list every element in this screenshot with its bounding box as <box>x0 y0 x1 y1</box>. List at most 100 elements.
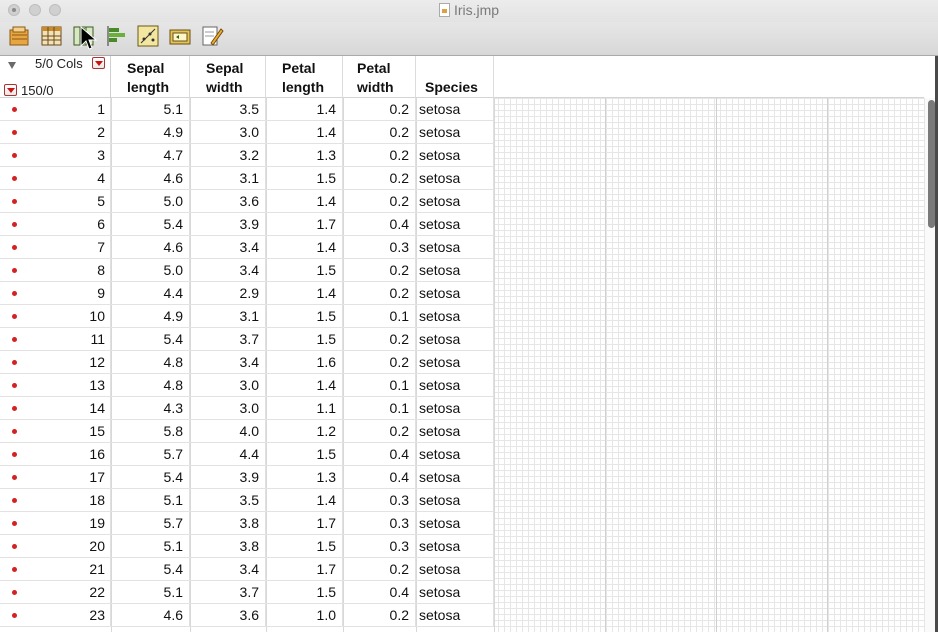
table-cell[interactable]: 2.9 <box>190 282 266 305</box>
table-cell[interactable]: setosa <box>416 397 494 420</box>
table-cell[interactable]: 1.2 <box>266 420 343 443</box>
table-row[interactable]: 10 4.9 3.1 1.5 0.1 setosa <box>0 305 924 328</box>
table-cell[interactable]: 5.8 <box>111 420 190 443</box>
row-number[interactable]: 14 <box>0 397 111 420</box>
table-cell[interactable]: setosa <box>416 558 494 581</box>
edit-icon[interactable] <box>200 24 224 48</box>
table-cell[interactable]: 1.5 <box>266 581 343 604</box>
table-row[interactable]: 1 5.1 3.5 1.4 0.2 setosa <box>0 98 924 121</box>
graph-icon[interactable] <box>136 24 160 48</box>
table-cell[interactable]: 0.2 <box>343 351 416 374</box>
table-cell[interactable]: 3.7 <box>190 328 266 351</box>
table-cell[interactable]: 5.4 <box>111 328 190 351</box>
row-number[interactable]: 17 <box>0 466 111 489</box>
table-row[interactable]: 19 5.7 3.8 1.7 0.3 setosa <box>0 512 924 535</box>
table-row[interactable]: 22 5.1 3.7 1.5 0.4 setosa <box>0 581 924 604</box>
table-row[interactable]: 17 5.4 3.9 1.3 0.4 setosa <box>0 466 924 489</box>
row-number[interactable]: 2 <box>0 121 111 144</box>
table-cell[interactable]: 3.1 <box>190 305 266 328</box>
table-row[interactable]: 12 4.8 3.4 1.6 0.2 setosa <box>0 351 924 374</box>
row-number[interactable]: 3 <box>0 144 111 167</box>
table-cell[interactable]: 0.4 <box>343 466 416 489</box>
column-header-sepal-length[interactable]: Sepal length <box>111 56 190 98</box>
table-cell[interactable]: 0.2 <box>343 144 416 167</box>
table-cell[interactable]: 4.8 <box>111 374 190 397</box>
table-cell[interactable]: 0.2 <box>343 282 416 305</box>
row-number[interactable]: 16 <box>0 443 111 466</box>
table-cell[interactable]: 3.1 <box>190 167 266 190</box>
table-cell[interactable]: 3.4 <box>190 259 266 282</box>
row-number[interactable]: 9 <box>0 282 111 305</box>
table-cell[interactable]: 0.1 <box>343 397 416 420</box>
table-cell[interactable]: setosa <box>416 121 494 144</box>
table-cell[interactable]: 0.2 <box>343 558 416 581</box>
table-cell[interactable]: 0.2 <box>343 167 416 190</box>
scrollbar-thumb[interactable] <box>928 100 935 228</box>
table-cell[interactable]: 1.5 <box>266 167 343 190</box>
table-row[interactable]: 20 5.1 3.8 1.5 0.3 setosa <box>0 535 924 558</box>
table-cell[interactable]: 3.0 <box>190 374 266 397</box>
table-cell[interactable]: 1.7 <box>266 512 343 535</box>
table-cell[interactable]: 0.4 <box>343 213 416 236</box>
table-cell[interactable]: 4.9 <box>111 121 190 144</box>
table-cell[interactable]: 3.6 <box>190 190 266 213</box>
table-cell[interactable]: 5.7 <box>111 512 190 535</box>
table-cell[interactable]: 1.4 <box>266 282 343 305</box>
table-cell[interactable]: 3.0 <box>190 397 266 420</box>
table-row[interactable]: 23 4.6 3.6 1.0 0.2 setosa <box>0 604 924 627</box>
table-cell[interactable]: 1.4 <box>266 489 343 512</box>
row-number[interactable]: 10 <box>0 305 111 328</box>
row-number[interactable]: 8 <box>0 259 111 282</box>
table-cell[interactable]: 1.3 <box>266 144 343 167</box>
table-cell[interactable]: 3.0 <box>190 121 266 144</box>
table-row[interactable]: 4 4.6 3.1 1.5 0.2 setosa <box>0 167 924 190</box>
row-number[interactable]: 11 <box>0 328 111 351</box>
row-number[interactable]: 13 <box>0 374 111 397</box>
table-row[interactable]: 18 5.1 3.5 1.4 0.3 setosa <box>0 489 924 512</box>
table-cell[interactable]: 3.7 <box>190 581 266 604</box>
table-cell[interactable]: 0.2 <box>343 604 416 627</box>
table-cell[interactable]: 4.0 <box>190 420 266 443</box>
table-row[interactable]: 3 4.7 3.2 1.3 0.2 setosa <box>0 144 924 167</box>
table-cell[interactable]: setosa <box>416 374 494 397</box>
distribution-icon[interactable] <box>104 24 128 48</box>
table-cell[interactable]: 1.6 <box>266 351 343 374</box>
row-number[interactable]: 12 <box>0 351 111 374</box>
table-cell[interactable]: 5.4 <box>111 213 190 236</box>
table-cell[interactable]: setosa <box>416 98 494 121</box>
columns-menu-button[interactable] <box>92 57 105 69</box>
table-cell[interactable]: 5.1 <box>111 581 190 604</box>
table-cell[interactable]: setosa <box>416 167 494 190</box>
table-cell[interactable]: 1.4 <box>266 236 343 259</box>
table-row[interactable]: 2 4.9 3.0 1.4 0.2 setosa <box>0 121 924 144</box>
table-cell[interactable]: setosa <box>416 489 494 512</box>
table-cell[interactable]: 1.5 <box>266 305 343 328</box>
table-cell[interactable]: setosa <box>416 581 494 604</box>
table-row[interactable]: 6 5.4 3.9 1.7 0.4 setosa <box>0 213 924 236</box>
table-cell[interactable]: 1.5 <box>266 443 343 466</box>
table-cell[interactable]: 3.4 <box>190 351 266 374</box>
column-header-species[interactable]: Species <box>416 56 494 98</box>
table-cell[interactable]: 5.7 <box>111 443 190 466</box>
table-cell[interactable]: 3.5 <box>190 98 266 121</box>
table-cell[interactable]: 3.4 <box>190 236 266 259</box>
table-cell[interactable]: 4.7 <box>111 144 190 167</box>
row-number[interactable]: 6 <box>0 213 111 236</box>
table-cell[interactable]: 0.3 <box>343 489 416 512</box>
table-cell[interactable]: setosa <box>416 535 494 558</box>
table-cell[interactable]: 3.9 <box>190 213 266 236</box>
table-cell[interactable]: setosa <box>416 443 494 466</box>
table-cell[interactable]: 0.2 <box>343 420 416 443</box>
script-icon[interactable] <box>168 24 192 48</box>
table-row[interactable]: 21 5.4 3.4 1.7 0.2 setosa <box>0 558 924 581</box>
table-cell[interactable]: setosa <box>416 305 494 328</box>
table-row[interactable]: 15 5.8 4.0 1.2 0.2 setosa <box>0 420 924 443</box>
table-cell[interactable]: 0.3 <box>343 236 416 259</box>
table-cell[interactable]: setosa <box>416 259 494 282</box>
table-cell[interactable]: 1.5 <box>266 535 343 558</box>
table-cell[interactable]: 1.1 <box>266 397 343 420</box>
table-cell[interactable]: 3.2 <box>190 144 266 167</box>
table-cell[interactable]: 1.7 <box>266 558 343 581</box>
row-number[interactable]: 4 <box>0 167 111 190</box>
column-header-petal-length[interactable]: Petal length <box>266 56 343 98</box>
